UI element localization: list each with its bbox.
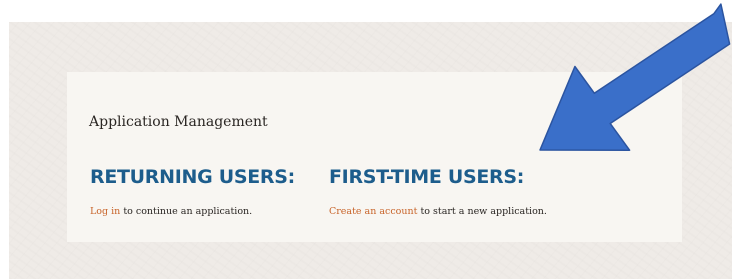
- returning-users-text: Log in to continue an application.: [90, 206, 252, 217]
- create-account-link[interactable]: Create an account: [329, 206, 417, 217]
- log-in-link[interactable]: Log in: [90, 206, 120, 217]
- section-heading: Application Management: [89, 114, 268, 130]
- returning-users-title: RETURNING USERS:: [90, 166, 295, 188]
- first-time-users-title: FIRST-TIME USERS:: [329, 166, 525, 188]
- arrow-pointer-icon: [539, 3, 731, 151]
- first-time-users-description: to start a new application.: [420, 206, 547, 217]
- returning-users-description: to continue an application.: [123, 206, 253, 217]
- first-time-users-text: Create an account to start a new applica…: [329, 206, 547, 217]
